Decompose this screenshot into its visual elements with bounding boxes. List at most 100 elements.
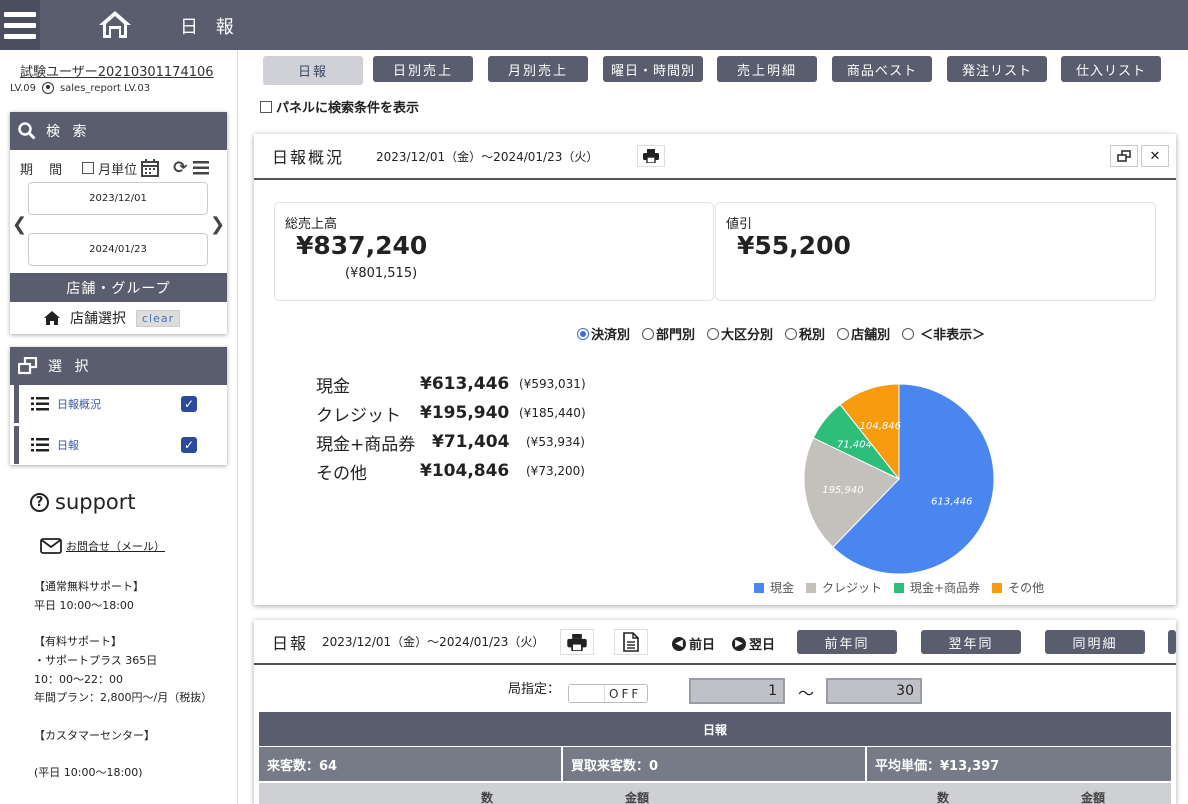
next-day-button[interactable]: ▶ 翌日 [732,634,775,653]
bureau-label: 局指定： [508,682,561,697]
hamburger-icon[interactable] [0,0,40,50]
toggle-label: OFF [609,686,642,701]
close-icon: ✕ [1149,148,1161,164]
radio-hidden[interactable]: ＜非表示＞ [902,324,985,343]
contact-mail-link[interactable]: お問合せ（メール） [40,538,165,554]
more-button[interactable] [1168,630,1176,654]
tab-order-list[interactable]: 発注リスト [947,56,1047,82]
column-header: 金額 [1081,791,1106,804]
level-row: LV.09 sales_report LV.03 [10,82,150,94]
checkbox-checked-icon[interactable]: ✓ [181,437,197,453]
tab-best-products[interactable]: 商品ベスト [832,56,932,82]
discount-box: 値引 ¥55,200 [715,202,1156,301]
support-line: 10：00～22：00 [34,673,123,686]
radio-department[interactable]: 部門別 [642,324,695,343]
next-day-label: 翌日 [749,638,776,653]
support-line: 【カスタマーセンター】 [34,729,155,742]
user-name-link[interactable]: 試験ユーザー20210301174106 [20,61,214,80]
date-from-input[interactable]: 2023/12/01 [28,182,208,215]
daily-card: 日報 2023/12/01（金）～2024/01/23（火） ◀ 前日 ▶ 翌日… [254,620,1176,804]
prev-day-button[interactable]: ◀ 前日 [672,634,715,653]
legend-item: 現金+商品券 [894,579,980,596]
list-icon [31,438,49,452]
daily-header: 日報 2023/12/01（金）～2024/01/23（火） ◀ 前日 ▶ 翌日… [254,620,1176,665]
select-item-daily[interactable]: 日報 ✓ [14,426,227,464]
average-price: 平均単価：¥13,397 [867,747,1171,781]
overview-date-range: 2023/12/01（金）～2024/01/23（火） [376,149,599,164]
print-button[interactable] [560,629,594,655]
support-line: (平日 10:00～18:00) [34,766,143,779]
range-from-input[interactable]: 1 [689,678,785,704]
radio-label: 決済別 [591,328,631,343]
search-panel-title: 検 索 [46,124,91,140]
radio-store[interactable]: 店舗別 [837,324,890,343]
refresh-icon[interactable]: ⟳ [173,158,187,178]
prev-day-label: 前日 [689,638,716,653]
select-panel-title: 選 択 [48,359,93,375]
search-panel-header: 検 索 [10,112,227,150]
table-subheader: 数 金額 数 金額 [259,783,1171,804]
summary-row: 来客数：64 買取来客数：0 平均単価：¥13,397 [259,747,1171,781]
calendar-icon[interactable] [141,159,160,177]
legend-label: クレジット [822,581,883,595]
radio-label: 大区分別 [721,328,774,343]
radio-category[interactable]: 大区分別 [707,324,773,343]
support-heading: ? support [30,490,136,514]
close-button[interactable]: ✕ [1141,145,1169,167]
next-period-icon[interactable]: ❯ [210,214,225,235]
checkbox-checked-icon[interactable]: ✓ [181,396,197,412]
panel-condition-toggle[interactable]: パネルに検索条件を表示 [260,97,419,116]
period-row: 期 間 月単位 ⟳ [20,158,220,178]
next-year-button[interactable]: 翌年同 [921,630,1021,654]
prev-year-button[interactable]: 前年同 [797,630,897,654]
help-icon: ? [30,492,49,512]
radio-tax[interactable]: 税別 [785,324,825,343]
store-select-row[interactable]: 店舗選択 clear [44,308,181,328]
document-button[interactable] [614,629,648,655]
total-sales-box: 総売上高 ¥837,240 (¥801,515) [274,202,714,301]
date-to-input[interactable]: 2024/01/23 [28,233,208,266]
panel-condition-label: パネルに検索条件を表示 [276,101,420,116]
select-item-overview[interactable]: 日報概況 ✓ [14,385,227,423]
purchase-visitor-count: 買取来客数：0 [563,747,867,781]
monthly-checkbox[interactable] [82,161,98,176]
home-icon[interactable] [98,9,132,39]
tab-purchase-list[interactable]: 仕入リスト [1061,56,1161,82]
home-small-icon [44,311,60,325]
prev-period-icon[interactable]: ❮ [12,214,27,235]
select-item-label: 日報 [57,439,79,452]
contact-mail-label: お問合せ（メール） [66,540,165,553]
payment-amount: ¥195,940 [420,403,510,423]
bureau-toggle[interactable]: OFF [568,684,648,703]
payment-name: 現金 [316,376,350,397]
toggle-knob [569,685,605,702]
tab-daily-sales[interactable]: 日別売上 [373,56,473,82]
level-label: LV.09 [10,82,36,94]
support-line: ・サポートプラス 365日 [34,654,158,667]
period-label: 期 間 [20,162,69,178]
legend-item: 現金 [754,579,794,596]
tab-weekday-time[interactable]: 曜日・時間別 [603,56,703,82]
payment-amount: ¥613,446 [420,374,510,394]
select-item-label: 日報概況 [57,398,101,411]
legend-item: その他 [992,579,1044,596]
search-panel: 検 索 期 間 月単位 ⟳ 2023/12/01 ❮ ❯ 2024/01/23 … [10,112,227,334]
store-group-header: 店舗・グループ [10,273,227,302]
tab-sales-details[interactable]: 売上明細 [717,56,817,82]
restore-window-button[interactable] [1110,145,1138,167]
select-panel-header: 選 択 [10,347,227,385]
support-line: 年間プラン：2,800円～/月（税抜） [34,691,213,704]
overview-card: 日報概況 2023/12/01（金）～2024/01/23（火） ✕ 総売上高 … [254,134,1176,605]
print-button[interactable] [637,145,665,167]
same-detail-button[interactable]: 同明細 [1045,630,1145,654]
tab-daily-report[interactable]: 日報 [263,56,363,85]
menu-icon[interactable] [193,161,210,175]
panel-condition-checkbox[interactable] [260,100,272,113]
radio-payment[interactable]: 決済別 [577,324,630,343]
breakdown-radio-group: 決済別 部門別 大区分別 税別 店舗別 ＜非表示＞ [577,324,985,343]
payment-amount: ¥104,846 [420,461,510,481]
column-header: 数 [937,791,950,804]
tab-monthly-sales[interactable]: 月別売上 [488,56,588,82]
clear-button[interactable]: clear [136,309,181,327]
range-to-input[interactable]: 30 [826,678,922,704]
